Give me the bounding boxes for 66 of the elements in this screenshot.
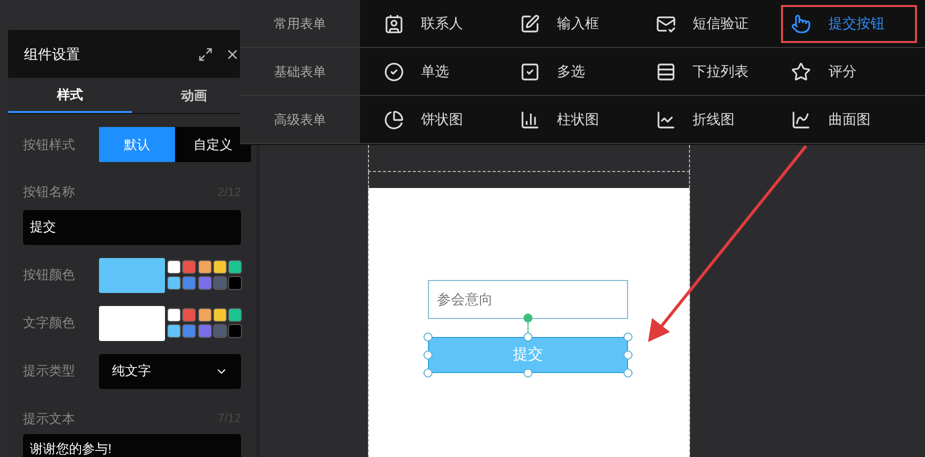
menu-item[interactable]: 短信验证 — [646, 4, 782, 42]
style-option[interactable]: 自定义 — [175, 127, 251, 162]
menu-category: 高级表单 — [240, 96, 360, 143]
field-label: 按钮名称 — [23, 183, 76, 201]
line-chart-icon — [656, 110, 676, 130]
field-label: 提示类型 — [23, 362, 76, 380]
menu-category: 常用表单 — [240, 0, 360, 47]
field-label: 按钮颜色 — [23, 266, 76, 284]
hint-text-input[interactable]: 谢谢您的参与! — [23, 434, 241, 457]
contact-card-icon — [384, 14, 404, 34]
menu-item[interactable]: 多选 — [510, 52, 646, 90]
panel-title: 组件设置 — [24, 44, 80, 64]
color-swatch[interactable] — [167, 276, 182, 290]
list-rows-icon — [656, 62, 676, 82]
check-circle-icon — [384, 62, 404, 82]
mail-check-icon — [656, 14, 676, 34]
color-swatch[interactable] — [167, 260, 182, 274]
color-swatch[interactable] — [212, 276, 227, 290]
checkbox-icon — [520, 62, 540, 82]
menu-item[interactable]: 联系人 — [374, 4, 510, 42]
hint-type-select[interactable]: 纯文字 — [99, 354, 241, 388]
bar-chart-icon — [520, 110, 540, 130]
menu-item[interactable]: 柱状图 — [510, 100, 646, 138]
color-swatch[interactable] — [228, 260, 242, 274]
menu-item[interactable]: 单选 — [374, 52, 510, 90]
color-preview[interactable] — [99, 258, 166, 292]
pointing-hand-icon — [791, 14, 812, 34]
pen-square-icon — [520, 14, 540, 34]
menu-item[interactable]: 输入框 — [510, 4, 646, 42]
color-swatch[interactable] — [198, 324, 212, 338]
name-input[interactable]: 提交 — [23, 210, 241, 244]
color-swatch[interactable] — [212, 324, 227, 338]
menu-item[interactable]: 评分 — [781, 52, 917, 90]
form-input-field[interactable]: 参会意向 — [428, 280, 628, 319]
star-icon — [791, 62, 812, 82]
field-label: 文字颜色 — [23, 314, 76, 332]
color-swatch[interactable] — [198, 308, 212, 322]
resize-handle[interactable] — [524, 368, 532, 378]
color-swatch[interactable] — [212, 260, 227, 274]
color-swatch[interactable] — [198, 276, 212, 290]
color-swatch[interactable] — [228, 308, 242, 322]
panel-tab[interactable]: 样式 — [8, 78, 132, 113]
menu-item[interactable]: 饼状图 — [374, 100, 510, 138]
color-swatch[interactable] — [228, 276, 242, 290]
color-swatch[interactable] — [182, 276, 196, 290]
menu-item[interactable]: 提交按钮 — [781, 4, 917, 42]
resize-handle[interactable] — [524, 332, 532, 342]
field-label: 提示文本 — [23, 410, 76, 428]
curve-chart-icon — [791, 110, 812, 130]
color-swatch[interactable] — [167, 324, 182, 338]
color-swatch[interactable] — [212, 308, 227, 322]
color-swatch[interactable] — [167, 308, 182, 322]
field-label: 按钮样式 — [23, 136, 76, 154]
rotate-handle-icon[interactable] — [521, 313, 535, 335]
fullscreen-icon[interactable] — [198, 46, 213, 62]
menu-item[interactable]: 折线图 — [646, 100, 782, 138]
color-preview[interactable] — [99, 306, 166, 340]
menu-category: 基础表单 — [240, 48, 360, 95]
color-swatch[interactable] — [182, 260, 196, 274]
color-swatch[interactable] — [198, 260, 212, 274]
color-swatch[interactable] — [182, 308, 196, 322]
color-swatch[interactable] — [228, 324, 242, 338]
pie-chart-icon — [384, 110, 404, 130]
color-swatch[interactable] — [182, 324, 196, 338]
menu-item[interactable]: 下拉列表 — [646, 52, 782, 90]
menu-item[interactable]: 曲面图 — [781, 100, 917, 138]
